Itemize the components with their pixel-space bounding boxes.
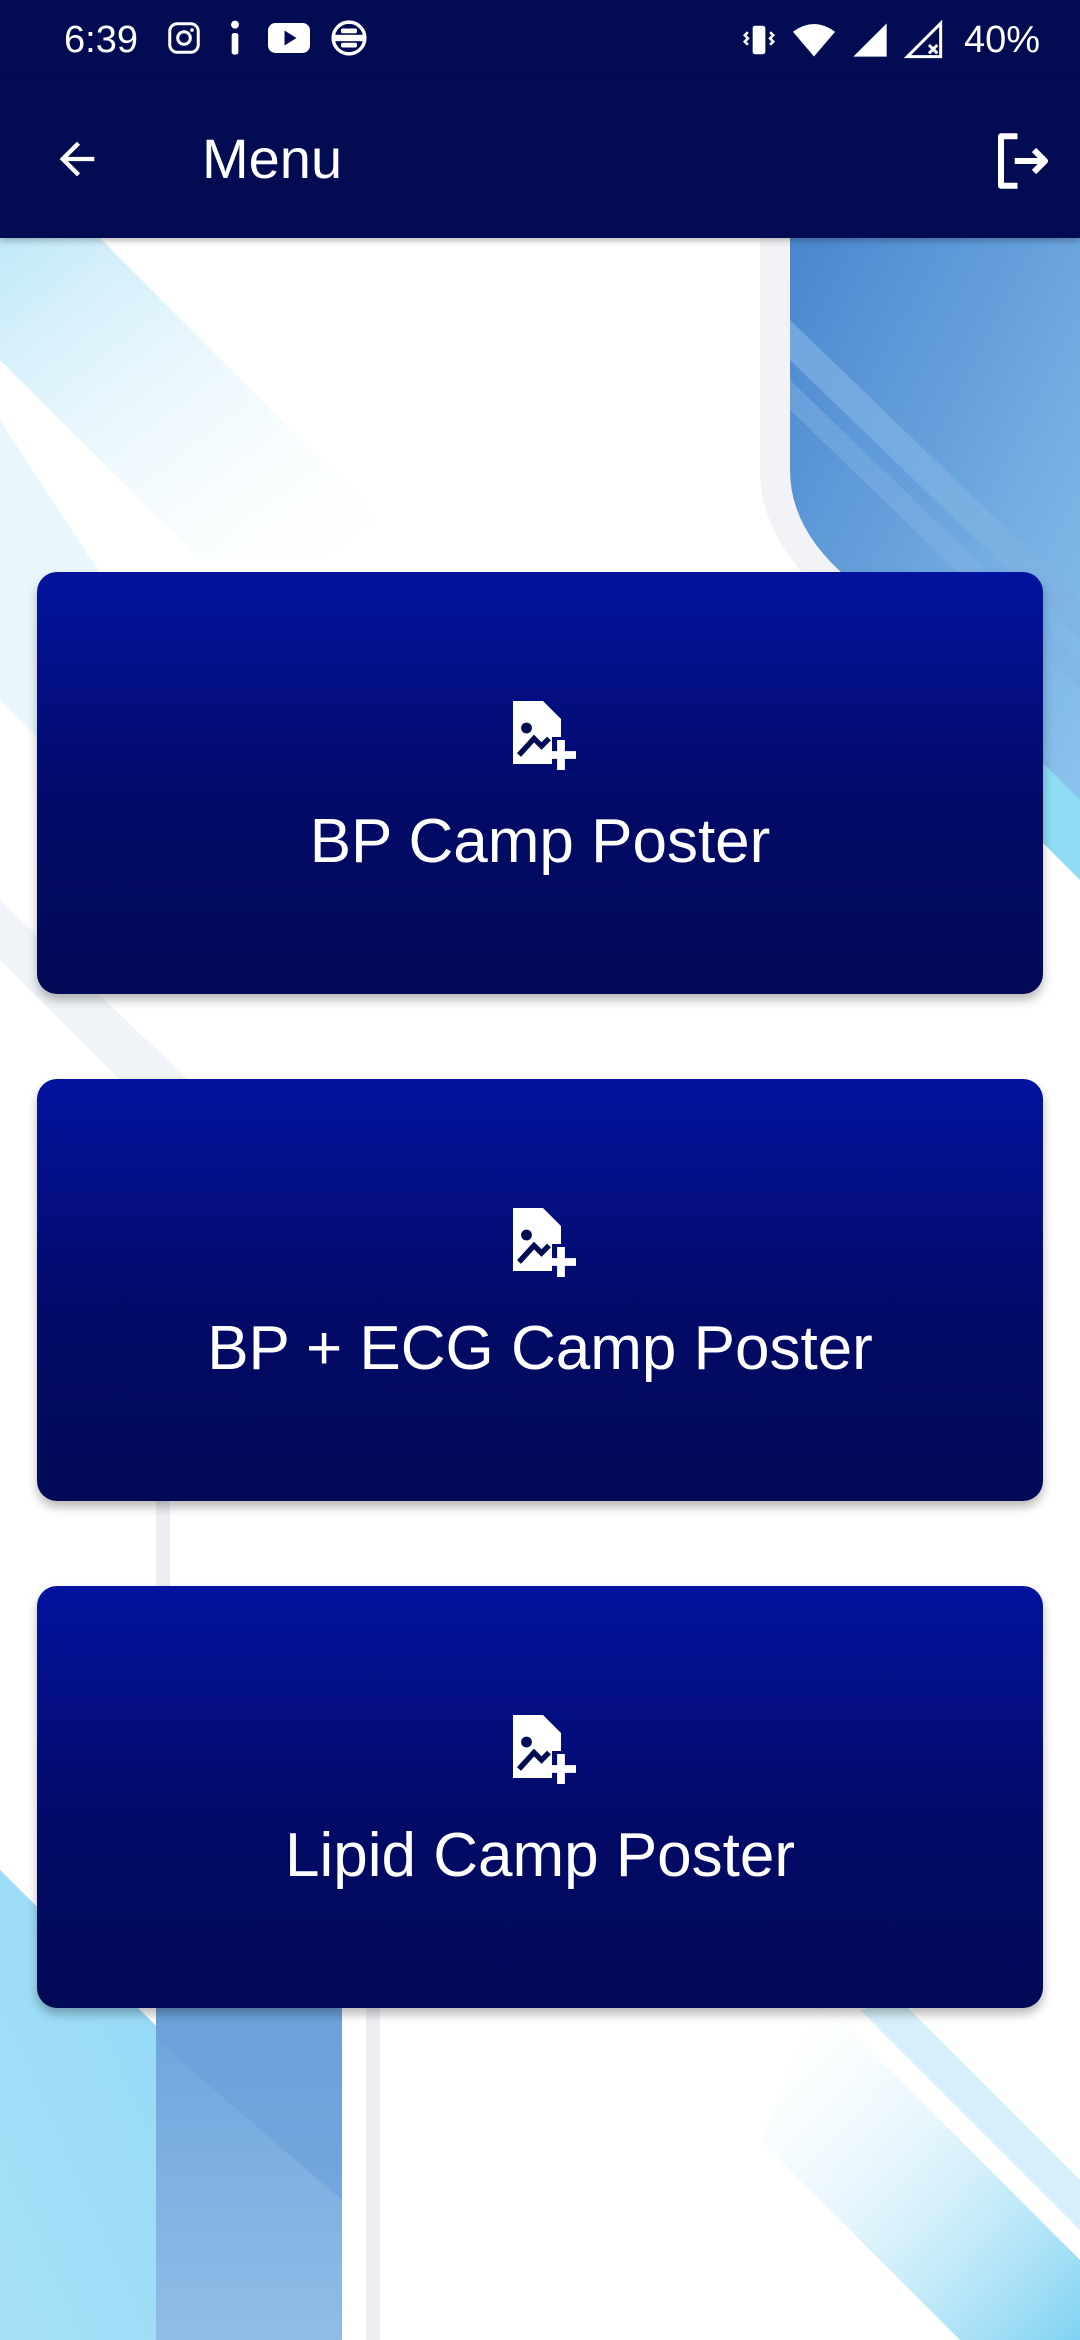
logout-button[interactable]	[986, 124, 1060, 198]
add-photo-file-icon	[513, 1715, 576, 1784]
wifi-icon	[792, 23, 836, 57]
add-photo-file-icon	[513, 701, 576, 770]
menu-item-bp-ecg-camp-poster[interactable]: BP + ECG Camp Poster	[37, 1079, 1043, 1501]
signal-icon	[853, 23, 887, 57]
add-photo-file-icon	[513, 1208, 576, 1277]
signal-no-data-icon	[903, 20, 943, 59]
vpn-icon	[331, 20, 367, 56]
arrow-back-icon	[59, 141, 95, 177]
info-icon	[231, 20, 239, 55]
page-title: Menu	[202, 127, 343, 190]
screen: 6:39 40% Menu BP Camp Poster BP + ECG Ca…	[0, 0, 1080, 2340]
app-bar: Menu	[0, 80, 1080, 238]
youtube-icon	[268, 23, 310, 53]
status-bar: 6:39 40%	[0, 0, 1080, 80]
status-time: 6:39	[64, 19, 138, 61]
menu-list: BP Camp Poster BP + ECG Camp Poster Lipi…	[37, 572, 1043, 2093]
battery-level: 40%	[963, 19, 1040, 61]
system-icons: 40%	[740, 16, 1040, 64]
logout-icon	[997, 133, 1049, 189]
menu-item-lipid-camp-poster[interactable]: Lipid Camp Poster	[37, 1586, 1043, 2008]
vibrate-icon	[742, 25, 775, 55]
instagram-icon	[168, 22, 200, 54]
back-button[interactable]	[44, 126, 110, 192]
menu-item-label: BP Camp Poster	[309, 807, 771, 876]
menu-item-label: Lipid Camp Poster	[284, 1821, 796, 1890]
menu-item-label: BP + ECG Camp Poster	[207, 1314, 873, 1383]
notification-icons	[166, 18, 368, 58]
menu-item-bp-camp-poster[interactable]: BP Camp Poster	[37, 572, 1043, 994]
